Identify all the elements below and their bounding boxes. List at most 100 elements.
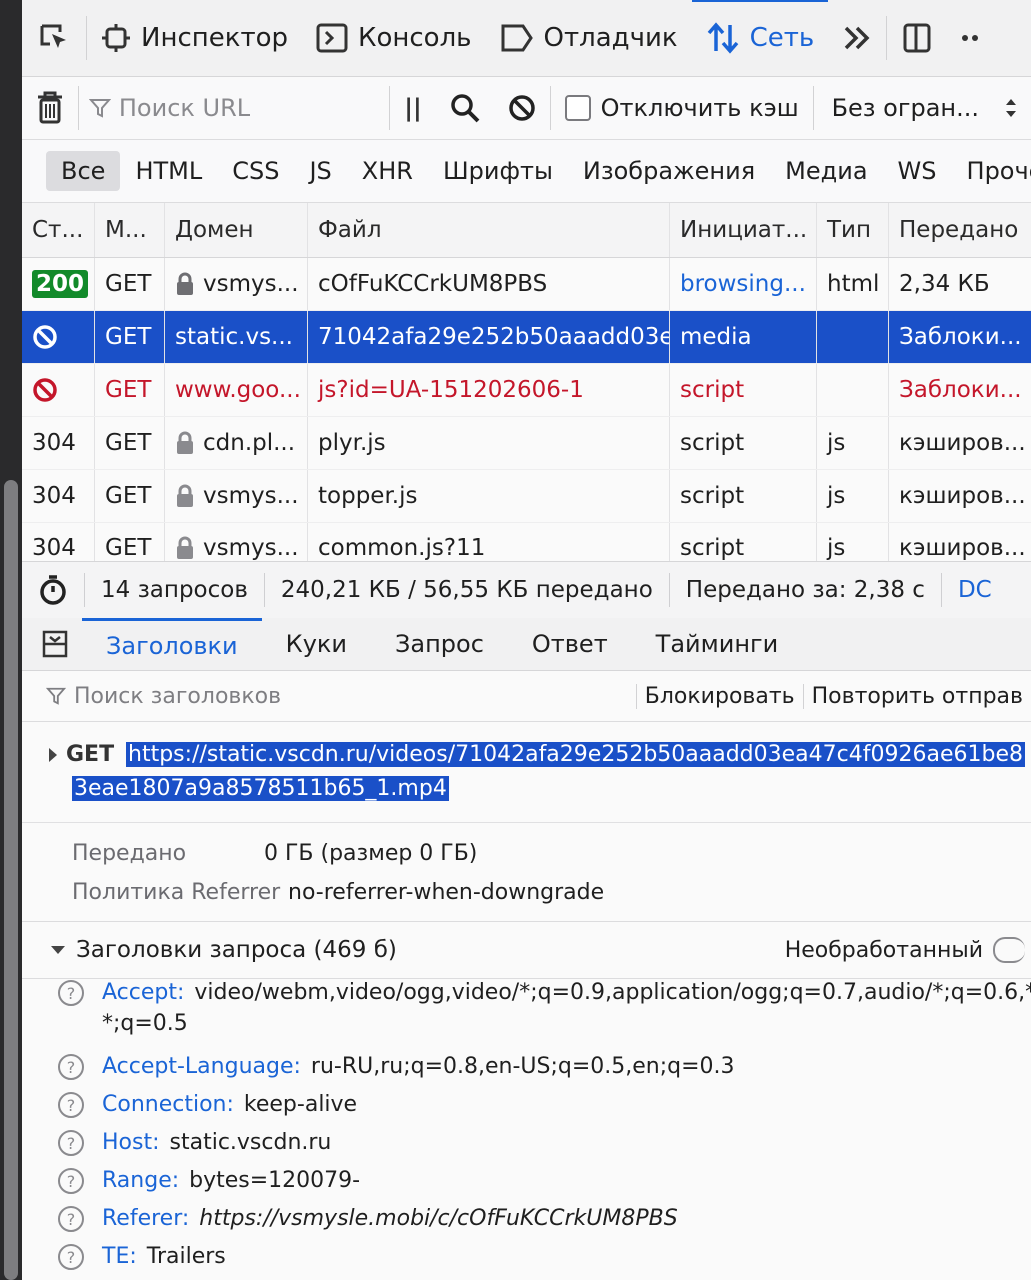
table-row-selected[interactable]: GET static.vs... 71042afa29e252b50aaadd0… xyxy=(22,311,1031,364)
tab-inspector[interactable]: Инспектор xyxy=(87,0,302,76)
status-cell xyxy=(22,311,95,363)
clear-requests-button[interactable] xyxy=(22,70,78,146)
initiator-cell[interactable]: browsing... xyxy=(670,258,817,310)
column-header-status[interactable]: Ст... xyxy=(22,203,95,257)
disable-cache-toggle[interactable]: Отключить кэш xyxy=(551,70,813,146)
domain-cell: vsmys... xyxy=(165,258,308,310)
request-url-line1[interactable]: https://static.vscdn.ru/videos/71042afa2… xyxy=(126,742,1025,767)
initiator-cell[interactable]: script xyxy=(670,364,817,416)
more-tools-button[interactable] xyxy=(828,0,886,76)
file-cell: topper.js xyxy=(308,470,670,522)
column-header-method[interactable]: М... xyxy=(95,203,165,257)
type-tab-js[interactable]: JS xyxy=(294,151,346,191)
dock-toggle-button[interactable] xyxy=(887,0,947,76)
table-row[interactable]: 304 GET cdn.pl... plyr.js script js кэши… xyxy=(22,417,1031,470)
element-picker-button[interactable] xyxy=(22,0,86,76)
block-requests-button[interactable] xyxy=(494,70,550,146)
header-name: Host: xyxy=(102,1130,160,1155)
type-tab-all[interactable]: Все xyxy=(46,151,121,191)
method-cell: GET xyxy=(95,470,165,522)
tab-response[interactable]: Ответ xyxy=(508,618,632,670)
help-icon[interactable]: ? xyxy=(58,1092,84,1118)
header-name: Accept-Language: xyxy=(102,1054,301,1079)
header-name: TE: xyxy=(102,1244,137,1269)
type-tab-media[interactable]: Медиа xyxy=(770,151,882,191)
network-summary-bar: 14 запросов 240,21 КБ / 56,55 КБ передан… xyxy=(22,561,1031,619)
tab-debugger-label: Отладчик xyxy=(543,23,678,53)
raw-toggle-switch[interactable] xyxy=(993,937,1025,963)
headers-filter-input[interactable]: Поиск заголовков xyxy=(22,684,636,709)
raw-headers-toggle[interactable]: Необработанный xyxy=(785,937,1025,963)
help-icon[interactable]: ? xyxy=(58,980,84,1006)
resend-button[interactable]: Повторить отправ xyxy=(802,683,1031,709)
request-method[interactable]: GET xyxy=(48,742,114,767)
performance-analysis-button[interactable] xyxy=(22,573,85,607)
lock-icon xyxy=(175,431,195,455)
lock-icon xyxy=(175,536,195,560)
type-tab-images[interactable]: Изображения xyxy=(568,151,770,191)
initiator-cell[interactable]: media xyxy=(670,311,817,363)
help-icon[interactable]: ? xyxy=(58,1244,84,1270)
tab-cookies[interactable]: Куки xyxy=(262,618,371,670)
domain-text: vsmys... xyxy=(203,483,299,509)
request-method-text: GET xyxy=(66,742,115,767)
tab-timings[interactable]: Тайминги xyxy=(632,618,803,670)
help-icon[interactable]: ? xyxy=(58,1168,84,1194)
help-icon[interactable]: ? xyxy=(58,1130,84,1156)
status-cell: 304 xyxy=(22,470,95,522)
network-arrows-icon xyxy=(706,21,740,55)
summary-value: no-referrer-when-downgrade xyxy=(288,880,605,905)
domain-text: cdn.pl... xyxy=(203,430,296,456)
type-cell xyxy=(817,311,889,363)
throttling-select[interactable]: Без огран... xyxy=(814,70,1031,146)
tab-request[interactable]: Запрос xyxy=(371,618,508,670)
page-scrollbar[interactable] xyxy=(4,480,18,1280)
block-button[interactable]: Блокировать xyxy=(635,683,803,709)
help-icon[interactable]: ? xyxy=(58,1206,84,1232)
domain-cell: vsmys... xyxy=(165,470,308,522)
search-icon xyxy=(450,93,480,123)
toggle-sidebar-button[interactable] xyxy=(22,618,82,670)
help-icon[interactable]: ? xyxy=(58,1054,84,1080)
overflow-menu-button[interactable] xyxy=(947,0,995,76)
type-tab-fonts[interactable]: Шрифты xyxy=(428,151,568,191)
trash-icon xyxy=(36,91,64,125)
url-filter-input[interactable]: Поиск URL xyxy=(79,94,304,122)
header-name: Referer: xyxy=(102,1206,190,1231)
header-value: video/webm,video/ogg,video/*;q=0.9,appli… xyxy=(194,980,1031,1005)
initiator-cell[interactable]: script xyxy=(670,470,817,522)
table-row[interactable]: 200 GET vsmys... cOfFuKCCrkUM8PBS browsi… xyxy=(22,258,1031,311)
column-header-file[interactable]: Файл xyxy=(308,203,670,257)
request-headers-section[interactable]: Заголовки запроса (469 б) Необработанный xyxy=(22,922,1031,979)
type-tab-ws[interactable]: WS xyxy=(883,151,952,191)
status-cell: 304 xyxy=(22,417,95,469)
file-cell: js?id=UA-151202606-1 xyxy=(308,364,670,416)
tab-headers[interactable]: Заголовки xyxy=(82,618,262,670)
type-tab-css[interactable]: CSS xyxy=(217,151,294,191)
tab-console[interactable]: Консоль xyxy=(302,0,486,76)
header-item: ? Host: static.vscdn.ru xyxy=(58,1130,331,1156)
column-header-type[interactable]: Тип xyxy=(817,203,889,257)
column-header-transferred[interactable]: Передано xyxy=(889,203,1031,257)
tab-network[interactable]: Сеть xyxy=(691,0,829,78)
column-header-initiator[interactable]: Инициат... xyxy=(670,203,817,257)
request-summary: Передано 0 ГБ (размер 0 ГБ) Политика Ref… xyxy=(22,823,1031,922)
domain-cell: static.vs... xyxy=(165,311,308,363)
search-button[interactable] xyxy=(436,70,494,146)
type-tab-other[interactable]: Прочее xyxy=(952,151,1031,191)
request-headers-toggle[interactable]: Заголовки запроса (469 б) xyxy=(22,937,397,963)
tab-console-label: Консоль xyxy=(358,23,472,53)
type-tab-html[interactable]: HTML xyxy=(120,151,217,191)
pause-recording-button[interactable]: || xyxy=(390,70,436,146)
tab-debugger[interactable]: Отладчик xyxy=(486,0,692,76)
initiator-cell[interactable]: script xyxy=(670,417,817,469)
type-tab-xhr[interactable]: XHR xyxy=(347,151,428,191)
table-row[interactable]: GET www.goo... js?id=UA-151202606-1 scri… xyxy=(22,364,1031,417)
column-header-domain[interactable]: Домен xyxy=(165,203,308,257)
stopwatch-icon xyxy=(38,574,68,606)
table-row[interactable]: 304 GET vsmys... topper.js script js кэш… xyxy=(22,470,1031,523)
throttling-value: Без огран... xyxy=(831,94,979,122)
request-url-line2[interactable]: 3eae1807a9a8578511b65_1.mp4 xyxy=(72,776,449,801)
pause-icon: || xyxy=(404,94,422,122)
disable-cache-checkbox[interactable] xyxy=(564,95,591,121)
